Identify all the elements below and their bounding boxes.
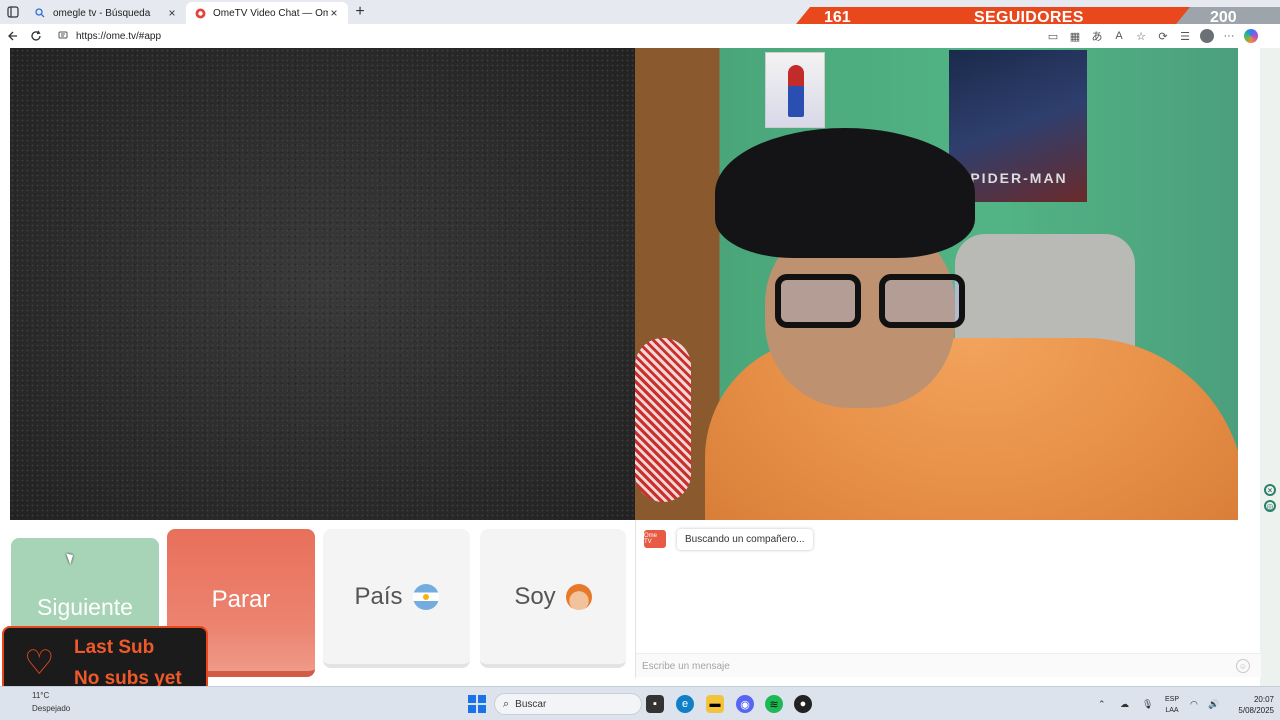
next-button-label: Siguiente [37, 594, 133, 620]
person-hair [715, 128, 975, 258]
video-static-noise [10, 48, 635, 520]
desktop-screen: omegle tv - Búsqueda × OmeTV Video Chat … [0, 0, 1280, 720]
sidebar-app-icon[interactable]: ◎ [1264, 500, 1276, 512]
heart-icon: ♡ [24, 644, 55, 682]
picture-in-picture-icon[interactable]: ▭ [1042, 24, 1064, 48]
tab-actions-icon[interactable] [0, 0, 26, 24]
taskbar-search-label: Buscar [515, 698, 547, 710]
edge-icon[interactable]: e [676, 695, 694, 713]
tab-ometv[interactable]: OmeTV Video Chat — Omegle × [186, 2, 348, 24]
obs-icon[interactable]: ● [794, 695, 812, 713]
apps-icon[interactable]: ▦ [1064, 24, 1086, 48]
ometv-icon [194, 7, 206, 19]
favorites-list-icon[interactable]: ☰ [1174, 24, 1196, 48]
input-language[interactable]: ESP LAA [1162, 694, 1182, 716]
emoji-icon[interactable]: ☺ [1236, 659, 1250, 673]
windows-start-icon[interactable] [468, 695, 486, 713]
close-sidebar-icon[interactable]: × [1264, 484, 1276, 496]
back-arrow-icon[interactable] [0, 24, 24, 48]
country-button[interactable]: País [323, 529, 470, 668]
tray-chevron-icon[interactable]: ⌃ [1098, 687, 1106, 720]
chat-status-message: Buscando un compañero... [677, 529, 813, 550]
task-view-icon[interactable]: ▪ [646, 695, 664, 713]
weather-desc: Despejado [32, 704, 71, 713]
clock-date: 5/08/2025 [1238, 706, 1274, 715]
lang-line1: ESP [1164, 696, 1179, 703]
profile-avatar[interactable] [1196, 24, 1218, 48]
argentina-flag-icon [412, 583, 439, 610]
more-options-icon[interactable]: ··· [1218, 24, 1240, 48]
tab-omegle-search[interactable]: omegle tv - Búsqueda × [26, 2, 186, 24]
gender-button-label: Soy [514, 582, 556, 610]
volume-icon[interactable]: 🔊 [1208, 687, 1219, 720]
onedrive-icon[interactable]: ☁ [1120, 687, 1129, 720]
tab-title: OmeTV Video Chat — Omegle [213, 7, 328, 19]
wifi-icon[interactable]: ◠ [1190, 687, 1198, 720]
new-tab-button[interactable]: + [348, 1, 372, 23]
favorite-star-icon[interactable]: ☆ [1130, 24, 1152, 48]
person-glasses [775, 274, 971, 330]
ometv-logo-icon: Ome TV [644, 530, 666, 548]
sidebar-strip [1260, 48, 1280, 686]
search-icon: ⌕ [503, 697, 510, 710]
boy-emoji-icon [565, 583, 592, 610]
toolbar-icons: ▭ ▦ あ A ☆ ⟳ ☰ ··· [1042, 24, 1262, 48]
weather-temp: 11°C [32, 691, 50, 700]
self-webcam-feed: SPIDER-MAN [635, 48, 1238, 520]
windows-taskbar: 11°C Despejado ⌕ Buscar ▪ e ▬ ◉ ≋ ● ⌃ ☁ … [0, 686, 1280, 720]
country-button-label: País [354, 582, 403, 610]
tab-title: omegle tv - Búsqueda [53, 7, 151, 19]
copilot-icon[interactable] [1240, 24, 1262, 48]
extensions-icon[interactable]: ⟳ [1152, 24, 1174, 48]
taskbar-search[interactable]: ⌕ Buscar [494, 693, 642, 715]
clock-time: 20:07 [1253, 695, 1274, 704]
partner-video-feed [10, 48, 635, 520]
message-input[interactable] [642, 658, 1222, 674]
address-bar[interactable]: https://ome.tv/#app [52, 27, 1092, 45]
stop-button-label: Parar [211, 586, 271, 613]
refresh-icon[interactable] [24, 24, 48, 48]
lang-line2: LAA [1165, 707, 1179, 714]
message-bar: ☺ [636, 653, 1261, 677]
last-sub-title: Last Sub [74, 637, 155, 658]
discord-icon[interactable]: ◉ [736, 695, 754, 713]
spotify-icon[interactable]: ≋ [765, 695, 783, 713]
microphone-tray-icon[interactable]: 🎙 [1142, 687, 1153, 720]
chat-panel: Ome TV Buscando un compañero... ☺ [635, 520, 1261, 678]
tab-close-icon[interactable]: × [166, 6, 178, 20]
read-aloud-icon[interactable]: A [1108, 24, 1130, 48]
translate-icon[interactable]: あ [1086, 24, 1108, 48]
wall-poster-small [765, 52, 825, 128]
clock[interactable]: 20:07 5/08/2025 [1226, 694, 1274, 716]
tab-close-icon[interactable]: × [328, 6, 340, 20]
site-info-icon[interactable] [58, 30, 72, 42]
url-text: https://ome.tv/#app [76, 30, 162, 42]
weather-widget[interactable]: 11°C Despejado [32, 691, 70, 713]
browser-toolbar: https://ome.tv/#app ▭ ▦ あ A ☆ ⟳ ☰ ··· [0, 24, 1280, 48]
microphone [635, 338, 691, 502]
search-icon [34, 7, 46, 19]
file-explorer-icon[interactable]: ▬ [706, 695, 724, 713]
gender-button[interactable]: Soy [480, 529, 626, 668]
poster-text: SPIDER-MAN [959, 170, 1068, 186]
